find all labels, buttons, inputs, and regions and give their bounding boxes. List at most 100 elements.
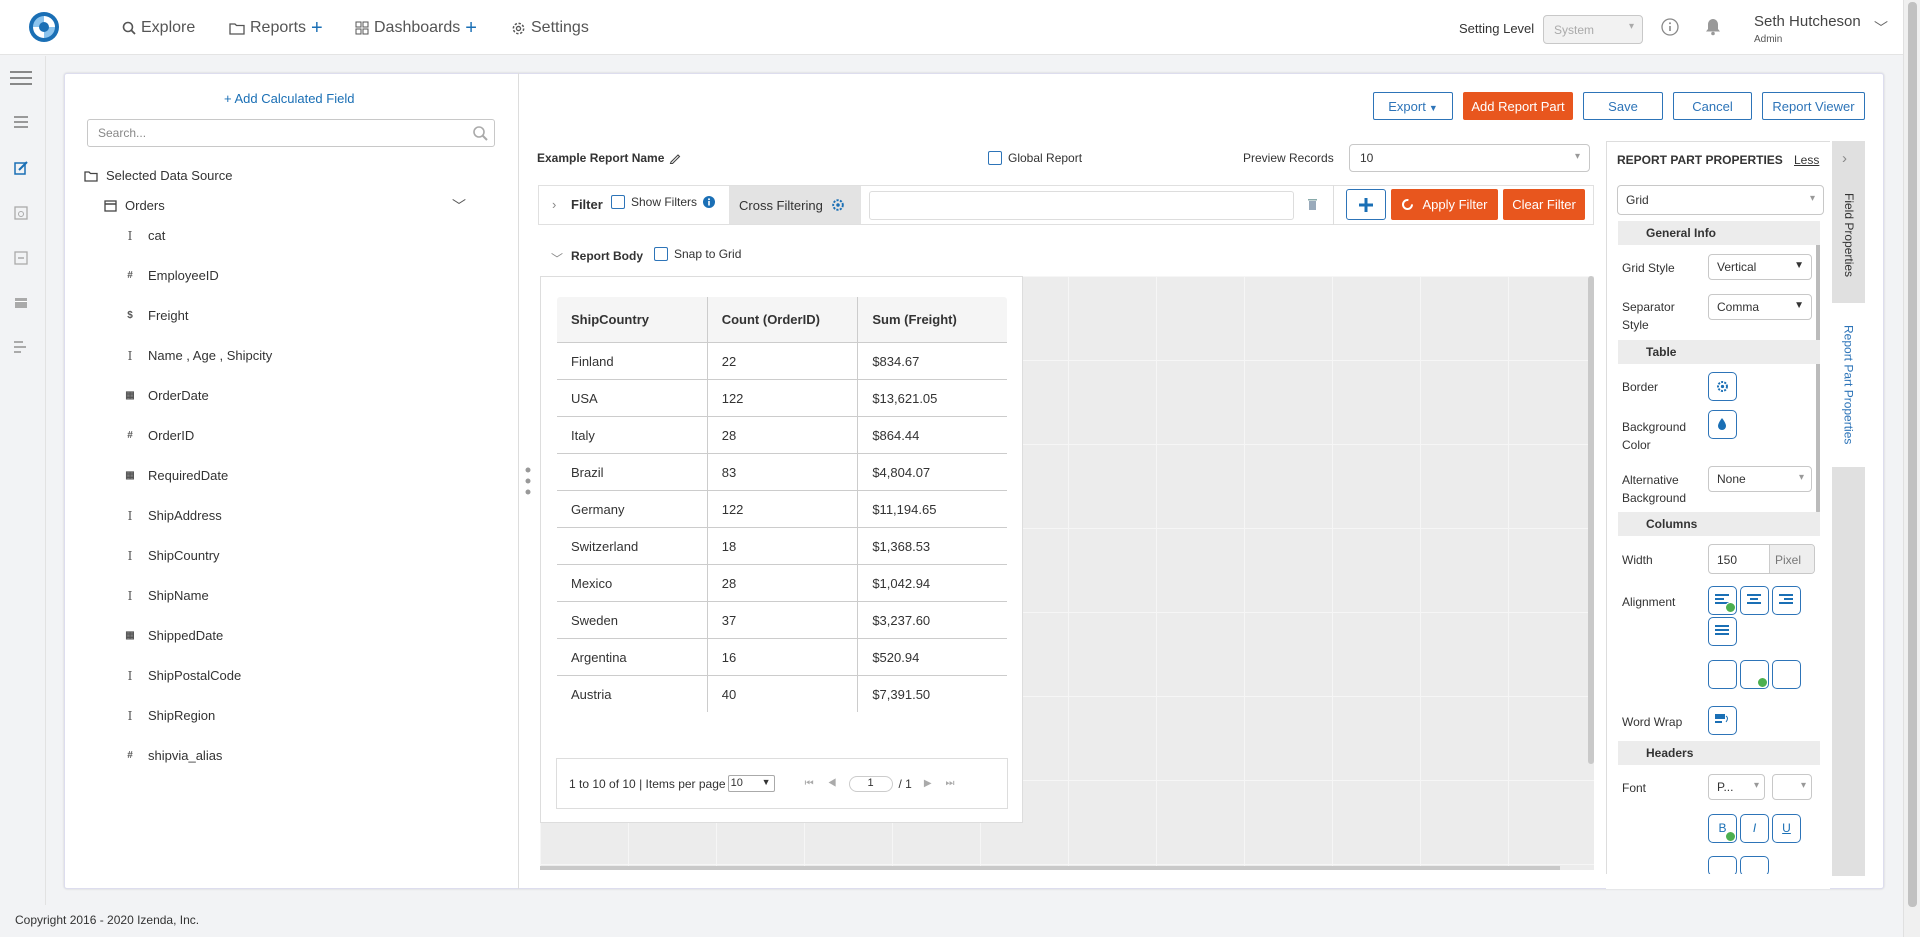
add-calculated-field-link[interactable]: + Add Calculated Field: [224, 91, 354, 106]
table-row[interactable]: Mexico 28 $1,042.94: [557, 564, 1007, 602]
report-name[interactable]: Example Report Name: [537, 151, 681, 165]
font-family-select[interactable]: P... ▾: [1708, 774, 1765, 800]
section-headers[interactable]: Headers: [1618, 741, 1820, 765]
user-name[interactable]: Seth Hutcheson: [1754, 13, 1861, 30]
list-icon[interactable]: [14, 116, 28, 128]
items-per-page-select[interactable]: 10 ▼: [727, 775, 775, 792]
separator-style-select[interactable]: Comma ▼: [1708, 294, 1812, 320]
bold-button[interactable]: B: [1708, 814, 1737, 843]
trash-icon[interactable]: [1307, 197, 1318, 210]
report-viewer-button[interactable]: Report Viewer: [1762, 92, 1865, 120]
tab-report-part-properties[interactable]: Report Part Properties: [1832, 303, 1865, 467]
field-item[interactable]: # OrderID: [124, 428, 194, 443]
horizontal-scrollbar[interactable]: [540, 866, 1560, 870]
panel-splitter-handle[interactable]: [525, 466, 531, 496]
checkbox[interactable]: [988, 151, 1002, 165]
table-orders[interactable]: Orders: [104, 198, 165, 213]
nav-reports[interactable]: Reports +: [229, 17, 323, 39]
report-grid[interactable]: ShipCountry Count (OrderID) Sum (Freight) …: [556, 296, 1008, 713]
izenda-logo[interactable]: [28, 11, 60, 43]
preview-records-select[interactable]: 10 ▾: [1349, 144, 1590, 172]
show-filters-checkbox[interactable]: Show Filters: [611, 195, 716, 209]
collapse-panel-chevron-icon[interactable]: ›: [1842, 150, 1847, 167]
nav-settings[interactable]: Settings: [511, 17, 589, 39]
table-row[interactable]: Sweden 37 $3,237.60: [557, 601, 1007, 639]
page-number-input[interactable]: 1: [848, 775, 893, 792]
align-center-button[interactable]: [1740, 586, 1769, 615]
setting-level-select[interactable]: System ▾: [1543, 15, 1643, 44]
canvas-vertical-scrollbar[interactable]: [1588, 276, 1594, 764]
export-icon[interactable]: [14, 251, 28, 265]
add-dashboard-plus[interactable]: +: [465, 18, 477, 38]
word-wrap-button[interactable]: [1708, 706, 1737, 735]
settings-list-icon[interactable]: [14, 341, 28, 353]
info-icon[interactable]: [1661, 18, 1679, 36]
apply-filter-button[interactable]: Apply Filter: [1391, 189, 1498, 220]
selected-data-source[interactable]: Selected Data Source: [84, 168, 232, 183]
properties-scrollbar[interactable]: [1816, 221, 1820, 513]
hamburger-menu-icon[interactable]: [10, 70, 32, 86]
part-type-select[interactable]: Grid ▾: [1617, 185, 1824, 215]
section-table[interactable]: Table: [1618, 340, 1820, 364]
font-size-select[interactable]: ▾: [1772, 774, 1812, 800]
clear-filter-button[interactable]: Clear Filter: [1503, 189, 1585, 220]
add-report-plus[interactable]: +: [311, 18, 323, 38]
export-button[interactable]: Export ▼: [1373, 92, 1453, 120]
column-header[interactable]: Sum (Freight): [857, 297, 1007, 343]
field-item[interactable]: ▦ ShippedDate: [124, 628, 223, 643]
highlight-color-button[interactable]: [1740, 856, 1769, 876]
column-header[interactable]: ShipCountry: [557, 297, 708, 343]
checkbox[interactable]: [654, 247, 668, 261]
width-input[interactable]: 150 Pixel: [1708, 544, 1815, 574]
align-justify-button[interactable]: [1708, 617, 1737, 646]
nav-dashboards[interactable]: Dashboards +: [355, 17, 477, 39]
report-viewer-icon[interactable]: [14, 206, 28, 220]
tab-field-properties[interactable]: Field Properties: [1833, 175, 1865, 295]
gear-icon[interactable]: [831, 198, 845, 212]
field-item[interactable]: I ShipCountry: [124, 548, 220, 563]
table-row[interactable]: Germany 122 $11,194.65: [557, 490, 1007, 528]
expand-filter-chevron-icon[interactable]: ›: [552, 197, 556, 212]
valign-top-button[interactable]: [1708, 660, 1737, 689]
align-right-button[interactable]: [1772, 586, 1801, 615]
pager-next-last-icons[interactable]: ▶⏭: [924, 778, 969, 789]
table-row[interactable]: Switzerland 18 $1,368.53: [557, 527, 1007, 565]
less-link[interactable]: Less: [1794, 153, 1819, 167]
field-item[interactable]: ▦ OrderDate: [124, 388, 208, 403]
collapse-chevron-icon[interactable]: ﹀: [452, 196, 466, 216]
add-report-part-button[interactable]: Add Report Part: [1463, 92, 1573, 120]
field-item[interactable]: # EmployeeID: [124, 268, 219, 283]
field-item[interactable]: # shipvia_alias: [124, 748, 222, 763]
section-general-info[interactable]: General Info: [1618, 221, 1820, 245]
table-row[interactable]: Austria 40 $7,391.50: [557, 675, 1007, 712]
background-color-button[interactable]: [1708, 410, 1737, 439]
field-item[interactable]: I ShipName: [124, 588, 209, 603]
page-vertical-scrollbar[interactable]: [1903, 0, 1920, 937]
global-report-checkbox[interactable]: Global Report: [988, 151, 1082, 165]
text-color-button[interactable]: [1708, 856, 1737, 876]
field-item[interactable]: I ShipPostalCode: [124, 668, 242, 683]
cancel-button[interactable]: Cancel: [1673, 92, 1752, 120]
table-row[interactable]: Argentina 16 $520.94: [557, 638, 1007, 676]
checkbox[interactable]: [611, 195, 625, 209]
collapse-body-chevron-icon[interactable]: ﹀: [551, 250, 563, 267]
alternative-background-select[interactable]: None ▾: [1708, 466, 1812, 492]
pager-first-prev-icons[interactable]: ⏮◀: [805, 778, 851, 789]
calendar-icon[interactable]: [14, 296, 28, 309]
table-row[interactable]: Brazil 83 $4,804.07: [557, 453, 1007, 491]
filter-input[interactable]: [869, 191, 1294, 220]
field-item[interactable]: Icat: [124, 228, 166, 243]
field-item[interactable]: I Name , Age , Shipcity: [124, 348, 273, 363]
field-item[interactable]: $ Freight: [124, 308, 188, 323]
valign-bottom-button[interactable]: [1772, 660, 1801, 689]
field-item[interactable]: I ShipRegion: [124, 708, 216, 723]
table-row[interactable]: Italy 28 $864.44: [557, 416, 1007, 454]
field-search-input[interactable]: Search...: [87, 119, 495, 147]
cross-filtering-tab[interactable]: Cross Filtering: [729, 186, 861, 224]
save-button[interactable]: Save: [1583, 92, 1663, 120]
grid-style-select[interactable]: Vertical ▼: [1708, 254, 1812, 280]
bell-icon[interactable]: [1704, 17, 1722, 36]
add-filter-button[interactable]: [1346, 189, 1386, 220]
edit-report-icon[interactable]: [14, 161, 28, 175]
section-columns[interactable]: Columns: [1618, 512, 1820, 536]
